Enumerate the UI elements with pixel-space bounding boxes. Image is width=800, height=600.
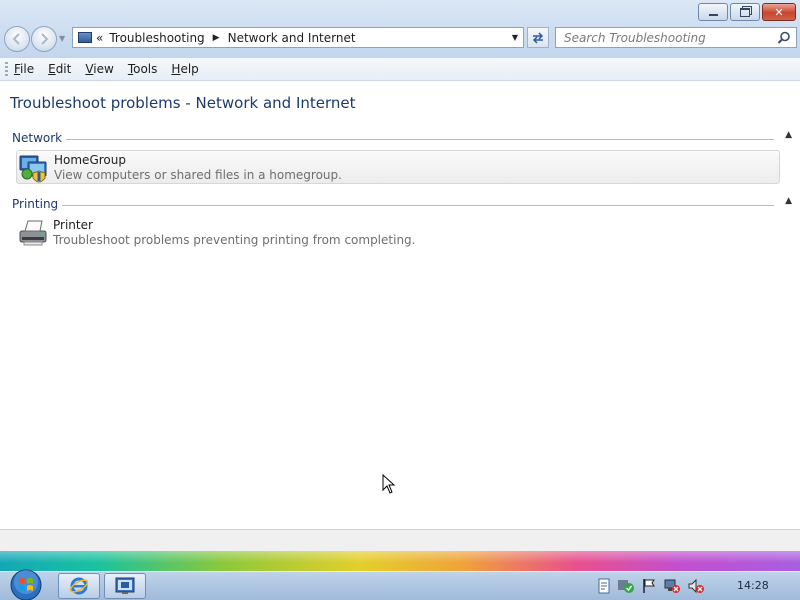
troubleshooting-window-icon [115, 577, 135, 594]
page-title: Troubleshoot problems - Network and Inte… [10, 94, 356, 112]
minimize-button[interactable] [698, 3, 728, 21]
menu-file-label: ile [20, 62, 35, 76]
taskbar: 14:28 [0, 568, 800, 600]
menu-help-label: elp [180, 62, 199, 76]
taskbar-ie-button[interactable] [58, 573, 100, 599]
menu-help[interactable]: Help [171, 62, 198, 76]
volume-muted-icon[interactable] [687, 578, 705, 594]
taskbar-clock[interactable]: 14:28 [737, 579, 769, 592]
section-printing: Printing ▲ [12, 196, 792, 211]
restore-button[interactable] [730, 3, 760, 21]
recent-pages-dropdown[interactable]: ▼ [59, 34, 65, 43]
section-divider [12, 205, 774, 206]
desktop-wallpaper-strip [0, 551, 800, 571]
action-center-flag-icon[interactable] [641, 578, 657, 594]
chevron-down-icon[interactable]: ▼ [512, 33, 518, 42]
window-controls: ✕ [698, 3, 796, 21]
menu-bar: File Edit View Tools Help [0, 58, 800, 81]
refresh-icon [532, 31, 544, 44]
breadcrumb-overflow[interactable]: « [96, 31, 103, 45]
network-error-icon[interactable] [663, 578, 681, 594]
search-input[interactable] [562, 29, 776, 46]
task-description: View computers or shared files in a home… [54, 168, 342, 182]
document-icon[interactable] [597, 578, 611, 594]
task-homegroup[interactable]: HomeGroup View computers or shared files… [16, 150, 780, 184]
forward-button[interactable] [31, 26, 57, 52]
taskbar-troubleshooting-button[interactable] [104, 573, 146, 599]
task-description: Troubleshoot problems preventing printin… [53, 233, 416, 247]
section-label: Network [12, 131, 67, 145]
window-chrome: ✕ ▼ « Troubleshooting ▶ Network and Inte… [0, 0, 800, 59]
search-box[interactable] [555, 27, 797, 48]
menu-tools[interactable]: Tools [128, 62, 158, 76]
internet-explorer-icon [69, 577, 89, 595]
control-panel-icon [78, 32, 92, 43]
toolbar-grip [5, 62, 8, 76]
collapse-chevron-icon[interactable]: ▲ [785, 130, 792, 140]
forward-arrow-icon [41, 33, 49, 45]
refresh-button[interactable] [527, 27, 549, 48]
section-label: Printing [12, 197, 63, 211]
back-button[interactable] [4, 26, 30, 52]
status-bar [0, 529, 800, 552]
task-title: HomeGroup [54, 153, 126, 167]
back-arrow-icon [12, 33, 20, 45]
section-divider [12, 139, 774, 140]
search-icon[interactable] [777, 31, 791, 45]
collapse-chevron-icon[interactable]: ▲ [785, 196, 792, 206]
menu-edit-label: dit [55, 62, 72, 76]
task-printer[interactable]: Printer Troubleshoot problems preventing… [16, 216, 780, 250]
restore-icon [740, 7, 750, 17]
chevron-right-icon[interactable]: ▶ [213, 33, 220, 43]
menu-view[interactable]: View [85, 62, 113, 76]
mouse-cursor-icon [382, 474, 396, 494]
close-icon: ✕ [774, 5, 784, 19]
section-network: Network ▲ [12, 130, 792, 145]
menu-file[interactable]: File [14, 62, 34, 76]
close-button[interactable]: ✕ [762, 3, 796, 21]
homegroup-icon [19, 155, 47, 183]
breadcrumb-troubleshooting[interactable]: Troubleshooting [109, 31, 204, 45]
windows-start-orb-icon[interactable] [6, 568, 46, 600]
security-check-icon[interactable] [617, 578, 635, 594]
menu-edit-accel: E [48, 62, 56, 76]
address-bar[interactable]: « Troubleshooting ▶ Network and Internet… [72, 27, 524, 48]
main-content: Troubleshoot problems - Network and Inte… [0, 81, 800, 529]
breadcrumb-network-and-internet[interactable]: Network and Internet [228, 31, 356, 45]
system-tray [597, 578, 705, 594]
menu-edit[interactable]: Edit [48, 62, 71, 76]
menu-tools-label: ools [133, 62, 158, 76]
task-title: Printer [53, 218, 93, 232]
menu-view-label: iew [93, 62, 114, 76]
printer-icon [19, 220, 47, 246]
minimize-icon [708, 13, 718, 16]
